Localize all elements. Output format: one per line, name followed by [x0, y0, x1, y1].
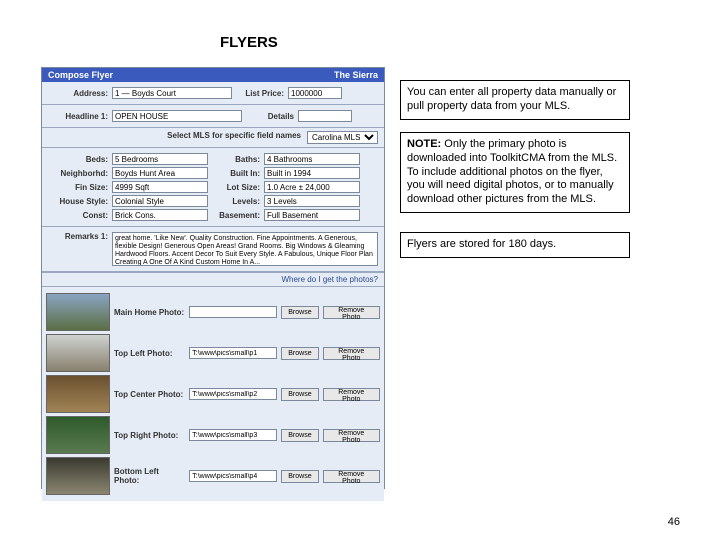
- photo-label: Top Right Photo:: [114, 431, 185, 440]
- headline-input[interactable]: [112, 110, 242, 122]
- field-input[interactable]: [264, 181, 360, 193]
- details-input[interactable]: [298, 110, 352, 122]
- remove-photo-button[interactable]: Remove Photo: [323, 470, 380, 483]
- titlebar-right: The Sierra: [334, 70, 378, 80]
- info-box-1: You can enter all property data manually…: [400, 80, 630, 120]
- browse-button[interactable]: Browse: [281, 429, 318, 442]
- field-label: Basement:: [212, 211, 260, 220]
- property-fields-section: Beds: Baths: Neighborhd: Built In: Fin S…: [42, 148, 384, 227]
- field-label: Built In:: [212, 169, 260, 178]
- browse-button[interactable]: Browse: [281, 388, 318, 401]
- remove-photo-button[interactable]: Remove Photo: [323, 306, 380, 319]
- titlebar-left: Compose Flyer: [48, 70, 113, 80]
- field-input[interactable]: [264, 195, 360, 207]
- photo-path-input[interactable]: [189, 347, 277, 359]
- photo-prompt-link[interactable]: Where do I get the photos?: [42, 272, 384, 287]
- photo-row: Bottom Left Photo: Browse Remove Photo: [46, 457, 380, 495]
- photo-row: Top Right Photo: Browse Remove Photo: [46, 416, 380, 454]
- field-label: Fin Size:: [48, 183, 108, 192]
- field-input[interactable]: [112, 195, 208, 207]
- remove-photo-button[interactable]: Remove Photo: [323, 429, 380, 442]
- remove-photo-button[interactable]: Remove Photo: [323, 347, 380, 360]
- field-label: Lot Size:: [212, 183, 260, 192]
- address-input[interactable]: [112, 87, 232, 99]
- address-label: Address:: [48, 89, 108, 98]
- field-input[interactable]: [264, 167, 360, 179]
- mls-prompt-label: Select MLS for specific field names: [167, 131, 301, 144]
- field-label: Const:: [48, 211, 108, 220]
- field-label: Neighborhd:: [48, 169, 108, 178]
- field-input[interactable]: [112, 209, 208, 221]
- section-heading: FLYERS: [220, 34, 278, 51]
- field-input[interactable]: [112, 167, 208, 179]
- field-input[interactable]: [112, 153, 208, 165]
- field-input[interactable]: [264, 153, 360, 165]
- details-label: Details: [246, 112, 294, 121]
- browse-button[interactable]: Browse: [281, 470, 318, 483]
- window-titlebar: Compose Flyer The Sierra: [42, 68, 384, 82]
- remarks-textarea[interactable]: great home. 'Like New'. Quality Construc…: [112, 232, 378, 266]
- field-label: Baths:: [212, 155, 260, 164]
- page-number: 46: [668, 516, 680, 528]
- info-box-3: Flyers are stored for 180 days.: [400, 232, 630, 258]
- photo-path-input[interactable]: [189, 470, 277, 482]
- photo-thumbnail: [46, 293, 110, 331]
- photo-label: Bottom Left Photo:: [114, 467, 185, 485]
- photo-path-input[interactable]: [189, 388, 277, 400]
- field-input[interactable]: [264, 209, 360, 221]
- flyer-app-screenshot: Compose Flyer The Sierra Address: List P…: [41, 67, 385, 489]
- browse-button[interactable]: Browse: [281, 306, 318, 319]
- field-label: Beds:: [48, 155, 108, 164]
- field-label: Levels:: [212, 197, 260, 206]
- listprice-label: List Price:: [236, 89, 284, 98]
- photo-label: Main Home Photo:: [114, 308, 185, 317]
- photo-row: Main Home Photo: Browse Remove Photo: [46, 293, 380, 331]
- photo-thumbnail: [46, 457, 110, 495]
- photo-thumbnail: [46, 375, 110, 413]
- photos-section: Main Home Photo: Browse Remove Photo Top…: [42, 287, 384, 501]
- listprice-input[interactable]: [288, 87, 342, 99]
- remarks-label: Remarks 1:: [48, 232, 108, 241]
- remarks-section: Remarks 1: great home. 'Like New'. Quali…: [42, 227, 384, 272]
- field-input[interactable]: [112, 181, 208, 193]
- photo-path-input[interactable]: [189, 306, 277, 318]
- remove-photo-button[interactable]: Remove Photo: [323, 388, 380, 401]
- address-section: Address: List Price:: [42, 82, 384, 105]
- photo-row: Top Left Photo: Browse Remove Photo: [46, 334, 380, 372]
- mls-select-row: Select MLS for specific field names Caro…: [42, 128, 384, 148]
- photo-label: Top Left Photo:: [114, 349, 185, 358]
- headline-section: Headline 1: Details: [42, 105, 384, 128]
- photo-row: Top Center Photo: Browse Remove Photo: [46, 375, 380, 413]
- note-label: NOTE:: [407, 138, 441, 150]
- browse-button[interactable]: Browse: [281, 347, 318, 360]
- headline-label: Headline 1:: [48, 112, 108, 121]
- photo-path-input[interactable]: [189, 429, 277, 441]
- photo-thumbnail: [46, 416, 110, 454]
- mls-select[interactable]: Carolina MLS: [307, 131, 378, 144]
- photo-label: Top Center Photo:: [114, 390, 185, 399]
- photo-thumbnail: [46, 334, 110, 372]
- info-box-2: NOTE: Only the primary photo is download…: [400, 132, 630, 213]
- field-label: House Style:: [48, 197, 108, 206]
